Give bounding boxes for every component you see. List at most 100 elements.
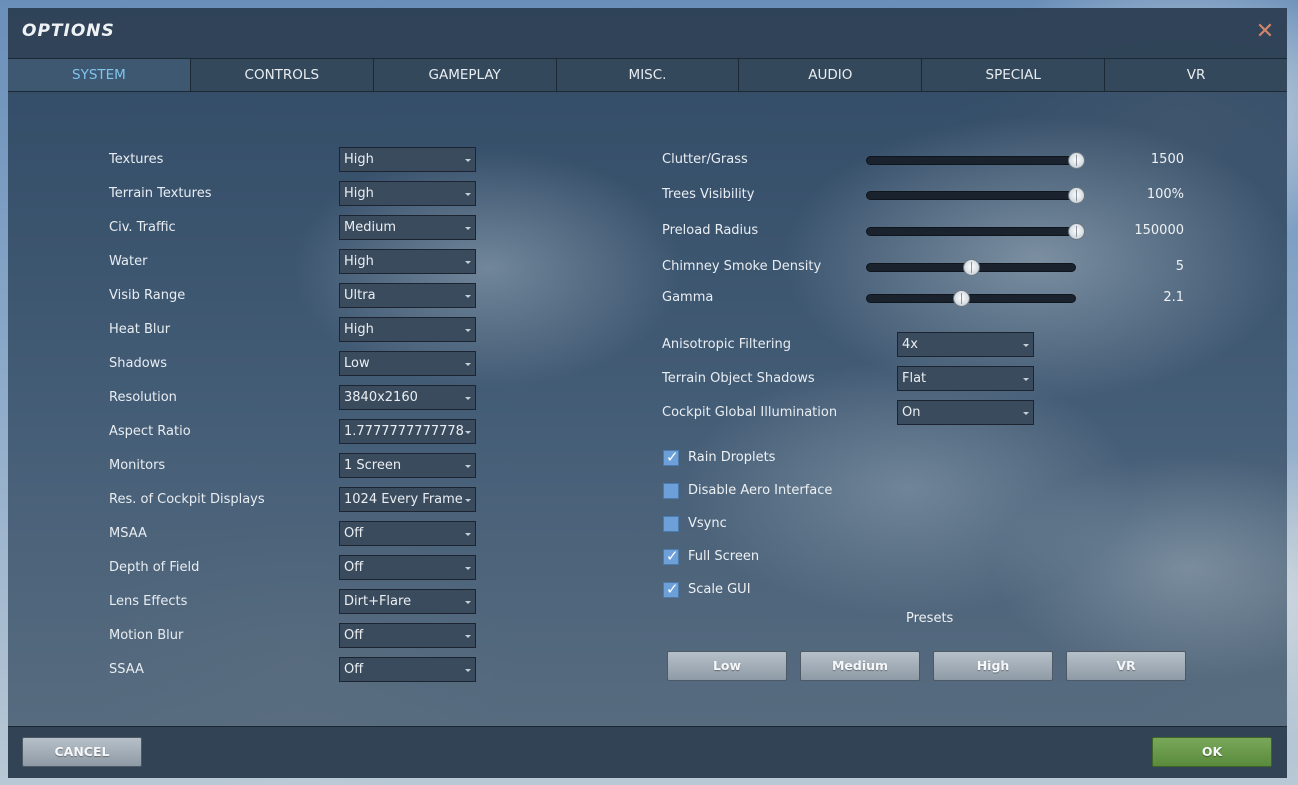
checkbox-row-disable-aero-interface: Disable Aero Interface xyxy=(663,478,923,504)
chevron-down-icon xyxy=(1023,344,1029,347)
setting-label: Anisotropic Filtering xyxy=(662,337,792,352)
lens-effects-dropdown[interactable]: Dirt+Flare xyxy=(339,589,476,614)
chevron-down-icon xyxy=(465,329,471,332)
res-of-cockpit-displays-dropdown[interactable]: 1024 Every Frame xyxy=(339,487,476,512)
slider-label: Clutter/Grass xyxy=(662,152,748,167)
setting-label: Textures xyxy=(109,152,164,167)
setting-label: Lens Effects xyxy=(109,594,188,609)
cancel-button[interactable]: CANCEL xyxy=(22,737,142,767)
dropdown-value: High xyxy=(344,152,374,167)
setting-row-terrain-object-shadows: Terrain Object Shadows Flat xyxy=(662,366,1042,392)
civ-traffic-dropdown[interactable]: Medium xyxy=(339,215,476,240)
chevron-down-icon xyxy=(465,499,471,502)
slider-handle[interactable] xyxy=(1068,187,1085,204)
aspect-ratio-dropdown[interactable]: 1.7777777777778 xyxy=(339,419,476,444)
tab-misc[interactable]: MISC. xyxy=(556,59,740,91)
setting-row-aspect-ratio: Aspect Ratio 1.7777777777778 xyxy=(109,419,479,445)
checkbox-label: Rain Droplets xyxy=(688,450,776,465)
disable-aero-interface-checkbox[interactable] xyxy=(663,483,679,499)
resolution-dropdown[interactable]: 3840x2160 xyxy=(339,385,476,410)
slider-value: 5 xyxy=(1175,259,1184,274)
visib-range-dropdown[interactable]: Ultra xyxy=(339,283,476,308)
setting-label: Motion Blur xyxy=(109,628,184,643)
chevron-down-icon xyxy=(465,635,471,638)
msaa-dropdown[interactable]: Off xyxy=(339,521,476,546)
slider-handle[interactable] xyxy=(1068,223,1085,240)
preload-radius-slider[interactable] xyxy=(866,223,1085,240)
vsync-checkbox[interactable] xyxy=(663,516,679,532)
preset-medium-button[interactable]: Medium xyxy=(800,651,920,681)
checkmark-icon: ✓ xyxy=(666,580,679,598)
slider-row-trees-visibility: Trees Visibility 100% xyxy=(662,182,1187,208)
setting-row-lens-effects: Lens Effects Dirt+Flare xyxy=(109,589,479,615)
checkbox-label: Scale GUI xyxy=(688,582,751,597)
depth-of-field-dropdown[interactable]: Off xyxy=(339,555,476,580)
ssaa-dropdown[interactable]: Off xyxy=(339,657,476,682)
dropdown-value: 4x xyxy=(902,337,918,352)
slider-handle[interactable] xyxy=(963,259,980,276)
tab-gameplay[interactable]: GAMEPLAY xyxy=(373,59,557,91)
ok-button[interactable]: OK xyxy=(1152,737,1272,767)
gamma-slider[interactable] xyxy=(866,290,1076,307)
slider-handle[interactable] xyxy=(952,290,970,307)
setting-row-shadows: Shadows Low xyxy=(109,351,479,377)
dropdown-value: High xyxy=(344,322,374,337)
tab-system[interactable]: SYSTEM xyxy=(8,59,191,91)
full-screen-checkbox[interactable]: ✓ xyxy=(663,547,679,565)
terrain-object-shadows-dropdown[interactable]: Flat xyxy=(897,366,1034,391)
setting-label: Resolution xyxy=(109,390,177,405)
cockpit-global-illumination-dropdown[interactable]: On xyxy=(897,400,1034,425)
dropdown-value: Flat xyxy=(902,371,927,386)
heat-blur-dropdown[interactable]: High xyxy=(339,317,476,342)
chevron-down-icon xyxy=(465,601,471,604)
preset-vr-button[interactable]: VR xyxy=(1066,651,1186,681)
setting-row-depth-of-field: Depth of Field Off xyxy=(109,555,479,581)
slider-value: 150000 xyxy=(1134,223,1184,238)
slider-label: Preload Radius xyxy=(662,223,759,238)
chevron-down-icon xyxy=(465,363,471,366)
setting-label: MSAA xyxy=(109,526,147,541)
tab-special[interactable]: SPECIAL xyxy=(922,59,1106,91)
rain-droplets-checkbox[interactable]: ✓ xyxy=(663,448,679,466)
setting-label: SSAA xyxy=(109,662,144,677)
setting-row-anisotropic-filtering: Anisotropic Filtering 4x xyxy=(662,332,1042,358)
tab-audio[interactable]: AUDIO xyxy=(739,59,923,91)
slider-value: 2.1 xyxy=(1163,290,1184,305)
chevron-down-icon xyxy=(1023,412,1029,415)
anisotropic-filtering-dropdown[interactable]: 4x xyxy=(897,332,1034,357)
terrain-textures-dropdown[interactable]: High xyxy=(339,181,476,206)
checkmark-icon: ✓ xyxy=(666,547,679,565)
checkbox-row-scale-gui: ✓ Scale GUI xyxy=(663,577,923,603)
setting-label: Res. of Cockpit Displays xyxy=(109,492,265,507)
monitors-dropdown[interactable]: 1 Screen xyxy=(339,453,476,478)
slider-row-preload-radius: Preload Radius 150000 xyxy=(662,218,1187,244)
slider-label: Gamma xyxy=(662,290,714,305)
textures-dropdown[interactable]: High xyxy=(339,147,476,172)
tab-controls[interactable]: CONTROLS xyxy=(190,59,374,91)
shadows-dropdown[interactable]: Low xyxy=(339,351,476,376)
slider-row-chimney-smoke-density: Chimney Smoke Density 5 xyxy=(662,254,1187,280)
water-dropdown[interactable]: High xyxy=(339,249,476,274)
trees-visibility-slider[interactable] xyxy=(866,187,1085,204)
motion-blur-dropdown[interactable]: Off xyxy=(339,623,476,648)
setting-label: Civ. Traffic xyxy=(109,220,176,235)
setting-label: Visib Range xyxy=(109,288,186,303)
dropdown-value: On xyxy=(902,405,921,420)
preset-high-button[interactable]: High xyxy=(933,651,1053,681)
dropdown-value: 1024 Every Frame xyxy=(344,492,463,507)
scale-gui-checkbox[interactable]: ✓ xyxy=(663,580,679,598)
slider-handle[interactable] xyxy=(1068,152,1085,169)
dropdown-value: Off xyxy=(344,526,364,541)
chimney-smoke-density-slider[interactable] xyxy=(866,259,1076,276)
setting-row-monitors: Monitors 1 Screen xyxy=(109,453,479,479)
options-window: OPTIONS ✕ SYSTEM CONTROLS GAMEPLAY MISC.… xyxy=(8,8,1288,778)
close-icon[interactable]: ✕ xyxy=(1253,20,1277,44)
tab-vr[interactable]: VR xyxy=(1105,59,1288,91)
chevron-down-icon xyxy=(465,261,471,264)
clutter-grass-slider[interactable] xyxy=(866,152,1085,169)
setting-row-resolution: Resolution 3840x2160 xyxy=(109,385,479,411)
preset-low-button[interactable]: Low xyxy=(667,651,787,681)
presets-label: Presets xyxy=(906,611,954,626)
chevron-down-icon xyxy=(465,193,471,196)
setting-label: Terrain Textures xyxy=(109,186,212,201)
